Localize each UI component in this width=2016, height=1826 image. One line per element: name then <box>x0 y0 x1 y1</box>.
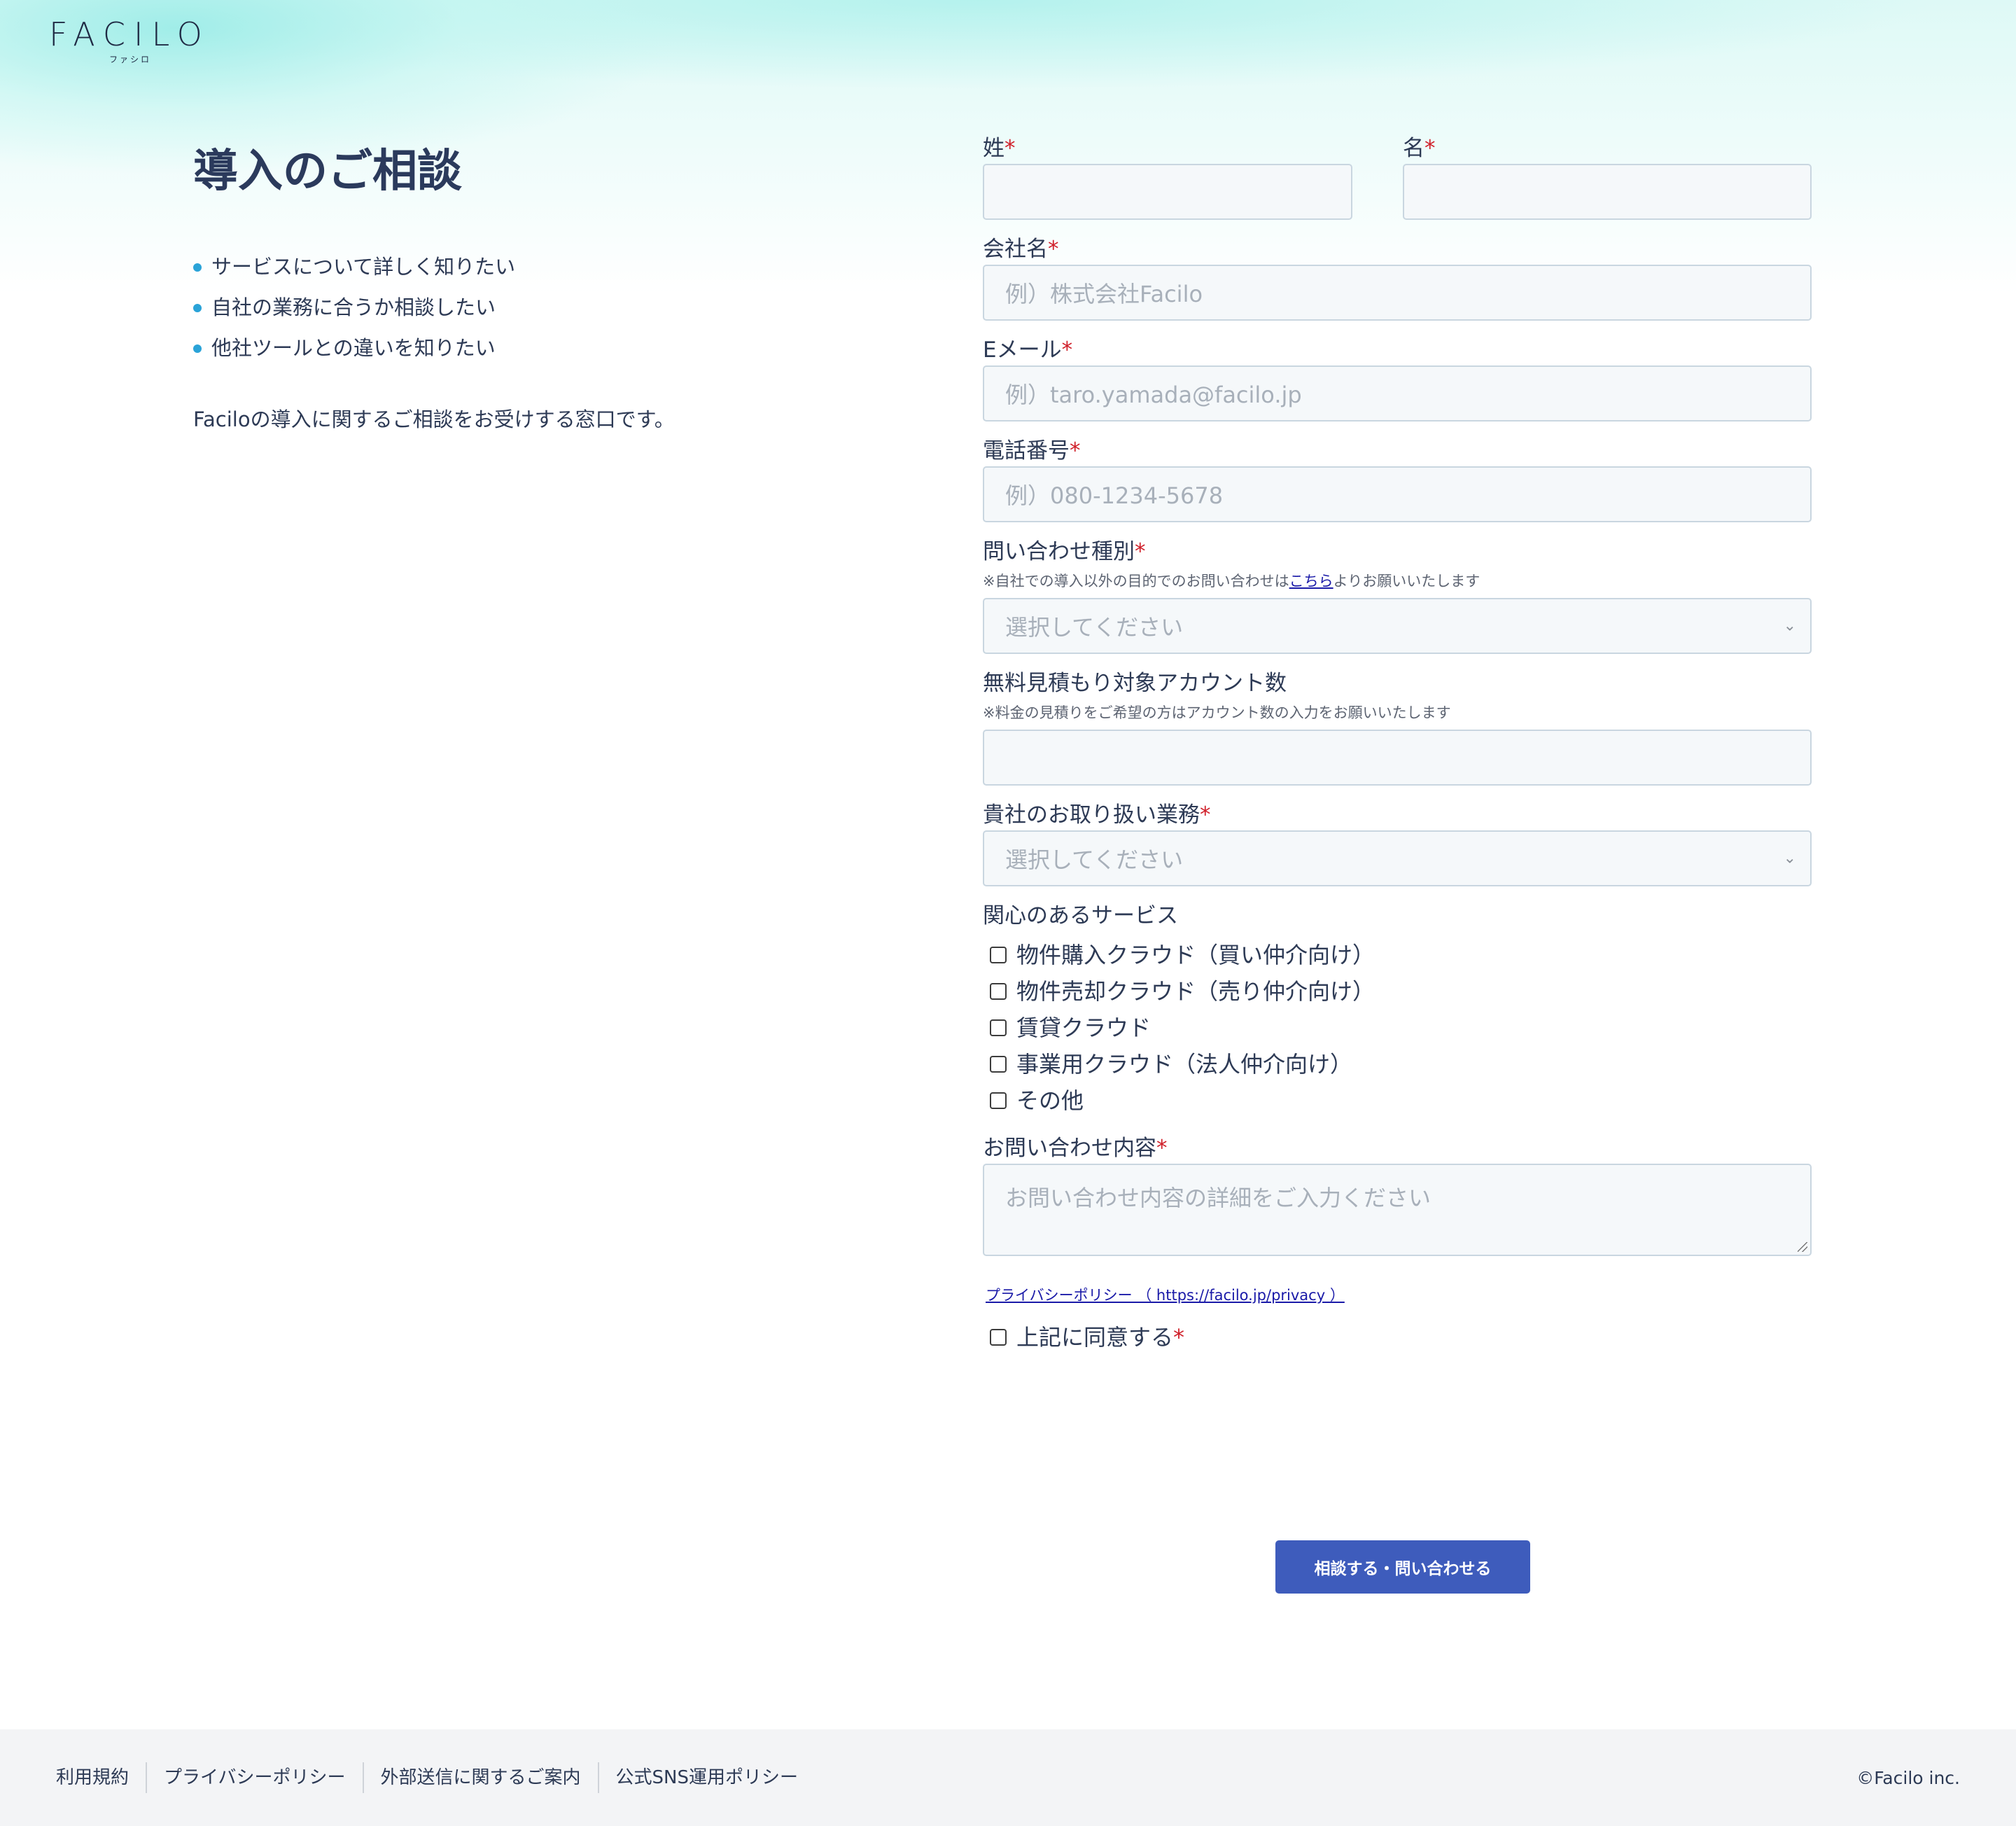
chevron-down-icon: ⌄ <box>1783 849 1796 867</box>
inquiry-type-select[interactable]: 選択してください ⌄ <box>983 598 1812 654</box>
checkbox[interactable] <box>990 1056 1007 1073</box>
message-textarea[interactable]: お問い合わせ内容の詳細をご入力ください <box>983 1164 1812 1256</box>
footer-link-sns-policy[interactable]: 公式SNS運用ポリシー <box>599 1762 815 1793</box>
inquiry-type-label: 問い合わせ種別* <box>983 539 1146 564</box>
inquiry-other-link[interactable]: こちら <box>1289 573 1334 590</box>
last-name-input[interactable] <box>983 164 1352 220</box>
facilo-logo[interactable]: FACILO ファシロ <box>49 18 211 65</box>
agree-checkbox[interactable] <box>990 1329 1007 1346</box>
services-label: 関心のあるサービス <box>983 903 1178 928</box>
accounts-note: ※料金の見積りをご希望の方はアカウント数の入力をお願いいたします <box>983 704 1451 721</box>
checkbox[interactable] <box>990 983 1007 1000</box>
inquiry-type-selected: 選択してください <box>1005 614 1184 641</box>
checkbox[interactable] <box>990 947 1007 963</box>
service-option[interactable]: 賃貸クラウド <box>983 1010 1812 1046</box>
copyright: ©Facilo inc. <box>1856 1767 1960 1788</box>
service-option[interactable]: 物件売却クラウド（売り仲介向け） <box>983 973 1812 1010</box>
company-input[interactable]: 例）株式会社Facilo <box>983 265 1812 321</box>
footer-link-external-transmission[interactable]: 外部送信に関するご案内 <box>364 1762 599 1793</box>
resize-handle-icon[interactable] <box>1798 1242 1807 1252</box>
phone-label: 電話番号* <box>983 438 1081 464</box>
benefit-item: 他社ツールとの違いを知りたい <box>193 328 893 368</box>
intro-section: 導入のご相談 サービスについて詳しく知りたい 自社の業務に合うか相談したい 他社… <box>193 140 893 433</box>
inquiry-type-note: ※自社での導入以外の目的でのお問い合わせはこちらよりお願いいたします <box>983 573 1480 590</box>
logo-wordmark: FACILO <box>49 15 211 53</box>
accounts-label: 無料見積もり対象アカウント数 <box>983 671 1287 696</box>
service-option[interactable]: 物件購入クラウド（買い仲介向け） <box>983 937 1812 973</box>
business-select[interactable]: 選択してください ⌄ <box>983 830 1812 886</box>
services-checkbox-group: 物件購入クラウド（買い仲介向け） 物件売却クラウド（売り仲介向け） 賃貸クラウド… <box>983 937 1812 1119</box>
first-name-label: 名* <box>1403 136 1436 161</box>
email-label: Eメール* <box>983 337 1073 363</box>
company-label: 会社名* <box>983 237 1059 262</box>
footer-link-privacy[interactable]: プライバシーポリシー <box>147 1762 364 1793</box>
last-name-label: 姓* <box>983 136 1016 161</box>
checkbox[interactable] <box>990 1092 1007 1109</box>
benefit-item: サービスについて詳しく知りたい <box>193 246 893 287</box>
accounts-input[interactable] <box>983 730 1812 786</box>
chevron-down-icon: ⌄ <box>1783 617 1796 635</box>
page-title: 導入のご相談 <box>193 146 462 197</box>
contact-form: 姓* 名* 会社名* 例）株式会社Facilo Eメール* 例）taro.yam… <box>983 133 1812 1355</box>
service-option[interactable]: 事業用クラウド（法人仲介向け） <box>983 1046 1812 1082</box>
phone-input[interactable]: 例）080-1234-5678 <box>983 466 1812 522</box>
agree-option[interactable]: 上記に同意する * <box>983 1319 1812 1355</box>
logo-subtext: ファシロ <box>109 55 152 64</box>
privacy-policy: プライバシーポリシー （ https://facilo.jp/privacy ） <box>986 1284 1812 1305</box>
first-name-input[interactable] <box>1403 164 1812 220</box>
email-input[interactable]: 例）taro.yamada@facilo.jp <box>983 365 1812 421</box>
message-label: お問い合わせ内容* <box>983 1136 1168 1161</box>
business-label: 貴社のお取り扱い業務* <box>983 802 1211 828</box>
footer-links: 利用規約 プライバシーポリシー 外部送信に関するご案内 公式SNS運用ポリシー <box>56 1762 815 1793</box>
checkbox[interactable] <box>990 1019 1007 1036</box>
benefit-list: サービスについて詳しく知りたい 自社の業務に合うか相談したい 他社ツールとの違い… <box>193 246 893 368</box>
business-selected: 選択してください <box>1005 846 1184 873</box>
service-option[interactable]: その他 <box>983 1082 1812 1119</box>
submit-button[interactable]: 相談する・問い合わせる <box>1275 1540 1530 1594</box>
footer-link-terms[interactable]: 利用規約 <box>56 1762 148 1793</box>
footer: 利用規約 プライバシーポリシー 外部送信に関するご案内 公式SNS運用ポリシー … <box>0 1729 2016 1826</box>
intro-text: Faciloの導入に関するご相談をお受けする窓口です。 <box>193 407 675 431</box>
privacy-policy-link[interactable]: プライバシーポリシー （ https://facilo.jp/privacy ） <box>986 1287 1345 1304</box>
benefit-item: 自社の業務に合うか相談したい <box>193 287 893 328</box>
